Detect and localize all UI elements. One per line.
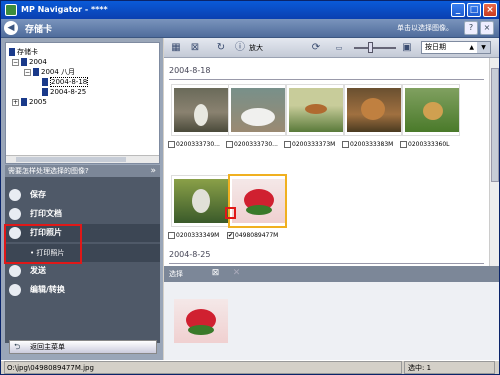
refresh-icon[interactable]: ⟳ <box>309 41 323 55</box>
maximize-button[interactable]: □ <box>467 3 481 17</box>
back-to-main-menu-button[interactable]: ⮌ 返回主菜单 <box>9 340 157 354</box>
return-arrow-icon: ⮌ <box>14 342 21 351</box>
grid-view-icon[interactable]: ▦ <box>169 41 183 55</box>
tree-node-2004-8-18[interactable]: 2004-8-18 <box>42 77 89 87</box>
thumbnail[interactable] <box>286 84 344 136</box>
collapse-icon[interactable]: − <box>24 68 31 76</box>
status-selected-count: 选中: 1 <box>404 361 495 374</box>
thumbnail-caption[interactable]: 0200333373M <box>284 140 335 150</box>
help-button[interactable]: ? <box>464 21 478 35</box>
deselect-all-icon[interactable]: ⊠ <box>188 41 202 55</box>
edit-icon <box>9 284 21 296</box>
close-panel-button[interactable]: × <box>480 21 494 35</box>
folder-icon <box>42 78 48 86</box>
tree-horizontal-scrollbar[interactable] <box>6 155 159 163</box>
thumbnail-caption[interactable]: 0200333349M <box>168 231 219 241</box>
toolbar: ▦ ⊠ ↻ ⓘ 放大 ⟳ ▭ ▣ 按日期 ▲ ▼ <box>164 38 499 58</box>
title-bar: MP Navigator - **** _ □ × <box>1 1 499 19</box>
remove-all-icon[interactable]: ⊠ <box>210 268 221 279</box>
select-checkbox[interactable] <box>284 141 291 148</box>
task-edit-convert[interactable]: 编辑/转换 <box>5 281 160 299</box>
thumbnail[interactable] <box>171 84 229 136</box>
select-checkbox[interactable] <box>168 141 175 148</box>
selection-bar: 选择 ⊠ ✕ <box>164 266 499 282</box>
group-date-1: 2004-8-18 <box>169 66 211 75</box>
thumbnail[interactable] <box>402 84 460 136</box>
checkbox-highlight-box <box>225 207 236 219</box>
rotate-icon[interactable]: ↻ <box>214 41 228 55</box>
large-thumb-icon[interactable]: ▣ <box>400 41 414 55</box>
window-title: MP Navigator - **** <box>21 5 108 14</box>
folder-tree: 存储卡 −2004 −2004 八月 2004-8-18 2004-8-25 +… <box>5 42 160 164</box>
tree-node-2004[interactable]: −2004 <box>12 57 47 67</box>
instruction-text: 单击以选择图像。 <box>397 24 453 32</box>
send-icon <box>9 265 21 277</box>
tree-node-2004-august[interactable]: −2004 八月 <box>24 67 75 77</box>
selection-tray <box>164 282 499 360</box>
thumbnail-caption[interactable]: 0200333360L <box>400 140 450 150</box>
folder-icon <box>21 98 27 106</box>
tree-node-memory-card[interactable]: 存储卡 <box>9 47 38 57</box>
chevron-double-down-icon[interactable]: » <box>150 165 156 177</box>
selected-checkbox[interactable]: ✔ <box>227 232 234 239</box>
small-thumb-icon[interactable]: ▭ <box>332 41 346 55</box>
expand-icon[interactable]: + <box>12 98 19 106</box>
group-date-2: 2004-8-25 <box>169 250 211 259</box>
tree-node-2004-8-25[interactable]: 2004-8-25 <box>42 87 86 97</box>
status-path: O:\jpg\0498089477M.jpg <box>4 361 402 374</box>
thumbnail-size-slider[interactable] <box>354 42 396 53</box>
folder-icon <box>33 68 39 76</box>
folder-icon <box>21 58 27 66</box>
back-arrow-icon[interactable]: ◀ <box>4 21 18 35</box>
thumbnail[interactable] <box>171 175 229 227</box>
right-panel: ▦ ⊠ ↻ ⓘ 放大 ⟳ ▭ ▣ 按日期 ▲ ▼ 2004-8-18 0200333… <box>164 38 499 360</box>
select-checkbox[interactable] <box>342 141 349 148</box>
thumbnail-caption[interactable]: 0200333730... <box>226 140 278 150</box>
close-window-button[interactable]: × <box>483 3 497 17</box>
tree-node-2005[interactable]: +2005 <box>12 97 47 107</box>
task-send[interactable]: 发送 <box>5 262 160 280</box>
folder-icon <box>42 88 48 96</box>
app-icon <box>5 4 17 16</box>
group-divider <box>169 263 484 264</box>
grid-vertical-scrollbar[interactable] <box>489 58 499 266</box>
task-save[interactable]: 保存 <box>5 186 160 204</box>
select-checkbox[interactable] <box>168 232 175 239</box>
print-document-icon <box>9 208 21 220</box>
select-checkbox[interactable] <box>400 141 407 148</box>
enlarge-button[interactable]: 放大 <box>249 43 263 53</box>
task-panel-header: 需要怎样处理选择的图像?» <box>5 165 160 177</box>
minimize-button[interactable]: _ <box>451 3 465 17</box>
remove-icon[interactable]: ✕ <box>231 268 242 279</box>
thumbnail[interactable] <box>344 84 402 136</box>
card-icon <box>9 48 15 56</box>
left-panel: 存储卡 −2004 −2004 八月 2004-8-18 2004-8-25 +… <box>1 38 163 360</box>
thumbnail-caption[interactable]: 0200333383M <box>342 140 393 150</box>
chevron-down-icon[interactable]: ▼ <box>477 42 490 53</box>
thumbnail-caption[interactable]: 0200333730... <box>168 140 220 150</box>
sort-dropdown[interactable]: 按日期 ▲ ▼ <box>421 41 491 54</box>
thumbnail[interactable] <box>228 84 286 136</box>
status-bar: O:\jpg\0498089477M.jpg 选中: 1 <box>1 360 499 374</box>
select-checkbox[interactable] <box>226 141 233 148</box>
save-icon <box>9 189 21 201</box>
thumbnail-selected[interactable] <box>228 174 287 228</box>
task-print-document[interactable]: 打印文档 <box>5 205 160 223</box>
info-icon[interactable]: ⓘ <box>233 41 247 55</box>
header-bar: ◀ 存储卡 单击以选择图像。 ? × <box>1 19 499 38</box>
selected-thumbnail[interactable] <box>172 296 230 348</box>
highlight-box <box>4 224 82 264</box>
app-window: MP Navigator - **** _ □ × ◀ 存储卡 单击以选择图像。… <box>0 0 500 375</box>
thumbnail-grid: 2004-8-18 0200333730... 0200333730... 02… <box>164 58 488 266</box>
group-divider <box>169 79 484 80</box>
thumbnail-caption[interactable]: ✔ 0498089477M <box>227 231 278 241</box>
collapse-icon[interactable]: − <box>12 58 19 66</box>
page-title: 存储卡 <box>25 25 53 35</box>
